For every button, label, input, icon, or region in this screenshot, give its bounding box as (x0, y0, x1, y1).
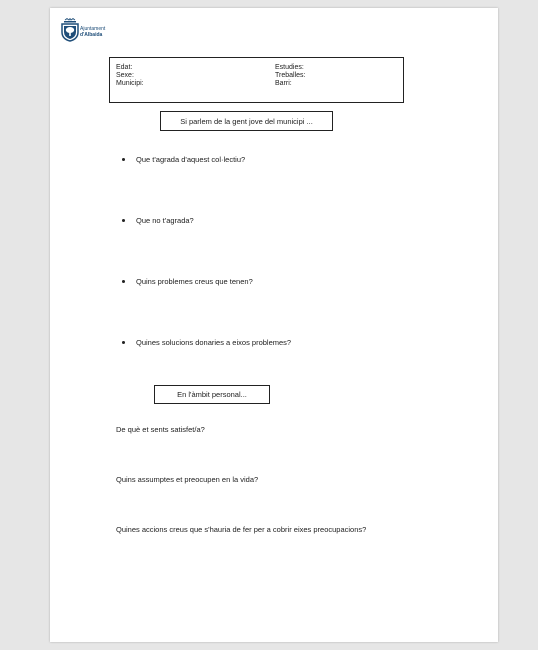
personal-question: De què et sents satisfet/a? (116, 425, 205, 434)
field-studies-label: Estudies: (275, 64, 304, 71)
bullet-icon (122, 279, 125, 283)
bullet-icon (122, 218, 125, 222)
field-municipality-label: Municipi: (116, 80, 144, 87)
coat-of-arms-icon (61, 18, 79, 42)
youth-question-text: Quines solucions donaries a eixos proble… (136, 338, 292, 347)
field-age-label: Edat: (116, 64, 133, 71)
field-neighbourhood-label: Barri: (275, 80, 292, 87)
field-work-label: Treballes: (275, 72, 306, 79)
document-viewer: Ajuntament d'Albaida Edat: Sexe: Municip… (0, 0, 538, 650)
youth-question: Quins problemes creus que tenen? (122, 277, 253, 286)
municipal-logo: Ajuntament d'Albaida (59, 18, 119, 42)
bullet-icon (122, 340, 125, 344)
info-column-left: Edat: Sexe: Municipi: (116, 64, 144, 88)
section-heading-youth: Si parlem de la gent jove del municipi .… (160, 111, 333, 131)
logo-text: Ajuntament d'Albaida (80, 26, 105, 38)
section-heading-personal: En l'àmbit personal... (154, 385, 270, 404)
info-column-right: Estudies: Treballes: Barri: (275, 64, 305, 88)
personal-question: Quines accions creus que s'hauria de fer… (116, 525, 367, 534)
field-sex-label: Sexe: (116, 72, 134, 79)
personal-info-box: Edat: Sexe: Municipi: Estudies: Treballe… (109, 57, 404, 103)
youth-question: Que t'agrada d'aquest col·lectiu? (122, 155, 245, 164)
youth-question-text: Quins problemes creus que tenen? (136, 277, 253, 286)
logo-line-2: d'Albaida (80, 31, 103, 38)
youth-question-text: Que t'agrada d'aquest col·lectiu? (136, 155, 246, 164)
bullet-icon (122, 157, 125, 161)
youth-question-text: Que no t'agrada? (136, 216, 194, 225)
personal-question: Quins assumptes et preocupen en la vida? (116, 475, 259, 484)
document-page: Ajuntament d'Albaida Edat: Sexe: Municip… (50, 8, 498, 642)
youth-question: Quines solucions donaries a eixos proble… (122, 338, 291, 347)
youth-question: Que no t'agrada? (122, 216, 194, 225)
